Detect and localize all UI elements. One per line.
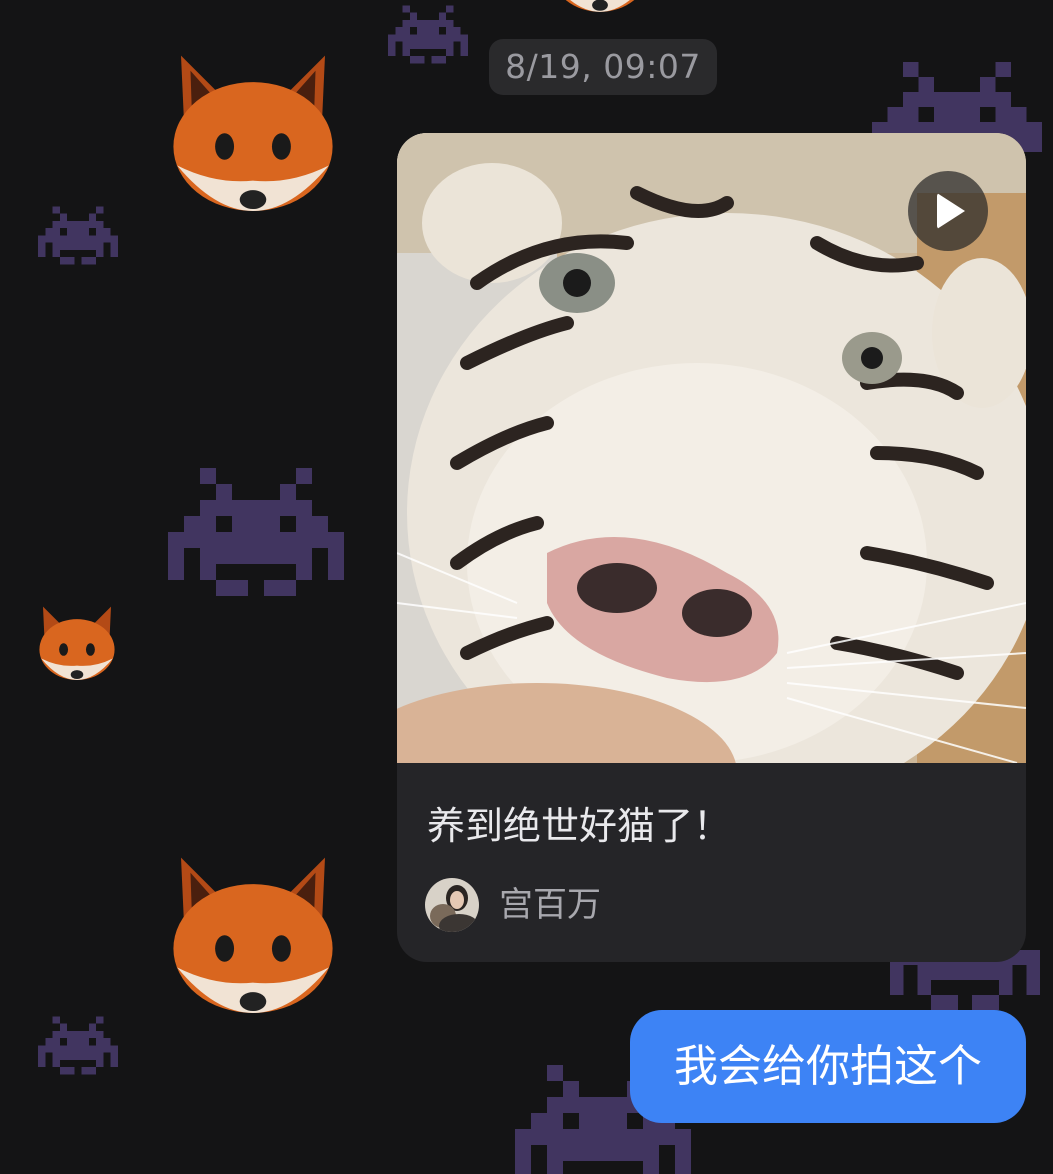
play-button[interactable] <box>908 171 988 251</box>
author-avatar[interactable] <box>425 878 479 932</box>
shared-video-card[interactable]: 养到绝世好猫了！ 宫百万 <box>397 133 1026 962</box>
author-name: 宫百万 <box>499 885 601 925</box>
fox-emoji-icon <box>520 0 680 22</box>
message-timestamp: 8/19, 09:07 <box>489 39 717 95</box>
space-invader-icon <box>38 205 118 273</box>
video-caption: 养到绝世好猫了！ <box>427 804 732 848</box>
fox-emoji-icon <box>32 603 122 688</box>
video-author[interactable]: 宫百万 <box>425 877 601 933</box>
space-invader-icon <box>168 465 344 615</box>
fox-emoji-icon <box>158 48 348 228</box>
video-thumbnail[interactable] <box>397 133 1026 763</box>
outgoing-message-bubble[interactable]: 我会给你拍这个 <box>630 1010 1026 1123</box>
space-invader-icon <box>38 1015 118 1083</box>
fox-emoji-icon <box>158 850 348 1030</box>
space-invader-icon <box>388 4 468 72</box>
chat-window: 8/19, 09:07 养到绝世好猫了！ 宫百万 我会给你拍这个 <box>0 0 1053 1174</box>
play-icon <box>937 193 965 229</box>
